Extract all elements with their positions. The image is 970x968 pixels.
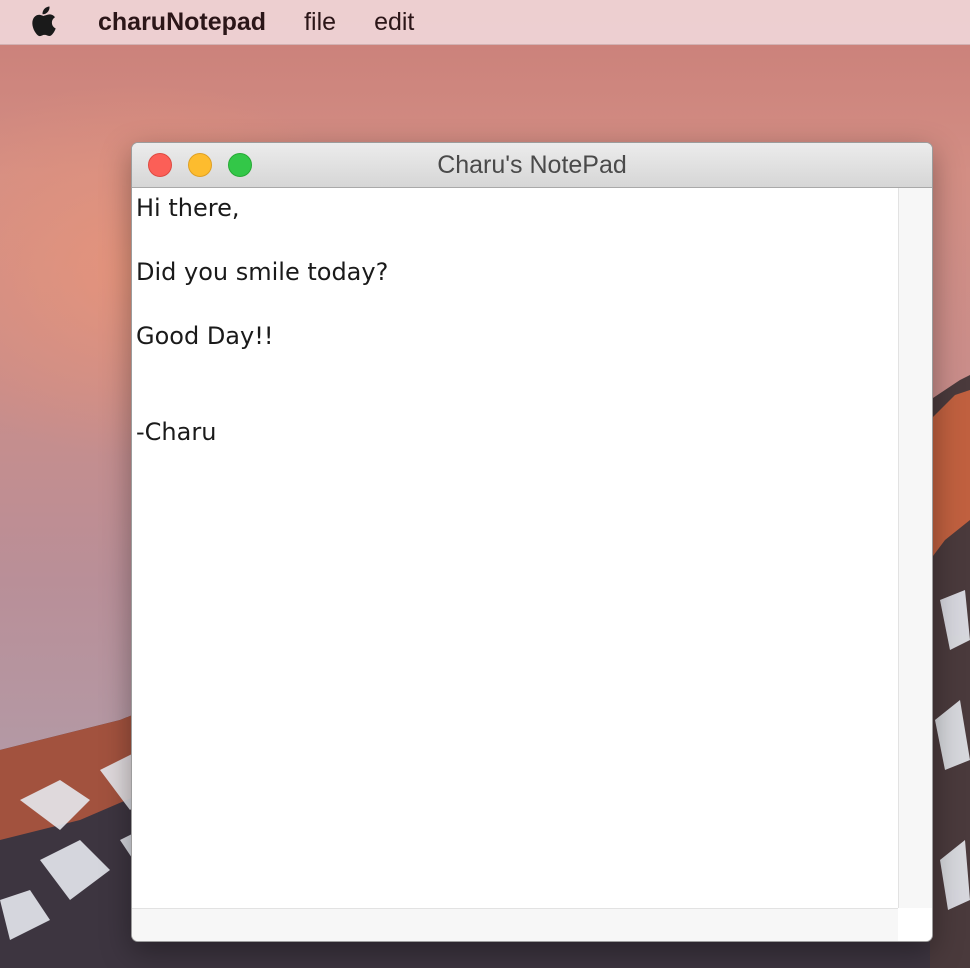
menu-app-name[interactable]: charuNotepad — [98, 8, 266, 37]
notepad-window: Charu's NotePad Hi there, Did you smile … — [131, 142, 933, 942]
text-line — [136, 288, 894, 320]
text-line: Good Day!! — [136, 322, 274, 350]
text-line — [136, 384, 894, 416]
text-line — [136, 352, 894, 384]
menu-edit[interactable]: edit — [374, 8, 414, 37]
text-line — [136, 224, 894, 256]
title-bar[interactable]: Charu's NotePad — [132, 143, 932, 188]
text-line: Hi there, — [136, 194, 240, 222]
text-line: -Charu — [136, 418, 217, 446]
text-area[interactable]: Hi there, Did you smile today? Good Day!… — [132, 188, 898, 908]
vertical-scrollbar[interactable] — [898, 188, 932, 908]
apple-icon[interactable] — [30, 6, 60, 38]
window-title: Charu's NotePad — [437, 151, 627, 179]
horizontal-scrollbar[interactable] — [132, 908, 898, 941]
text-line: Did you smile today? — [136, 258, 389, 286]
scroll-corner — [898, 908, 932, 941]
menu-bar: charuNotepad file edit — [0, 0, 970, 45]
menu-file[interactable]: file — [304, 8, 336, 37]
